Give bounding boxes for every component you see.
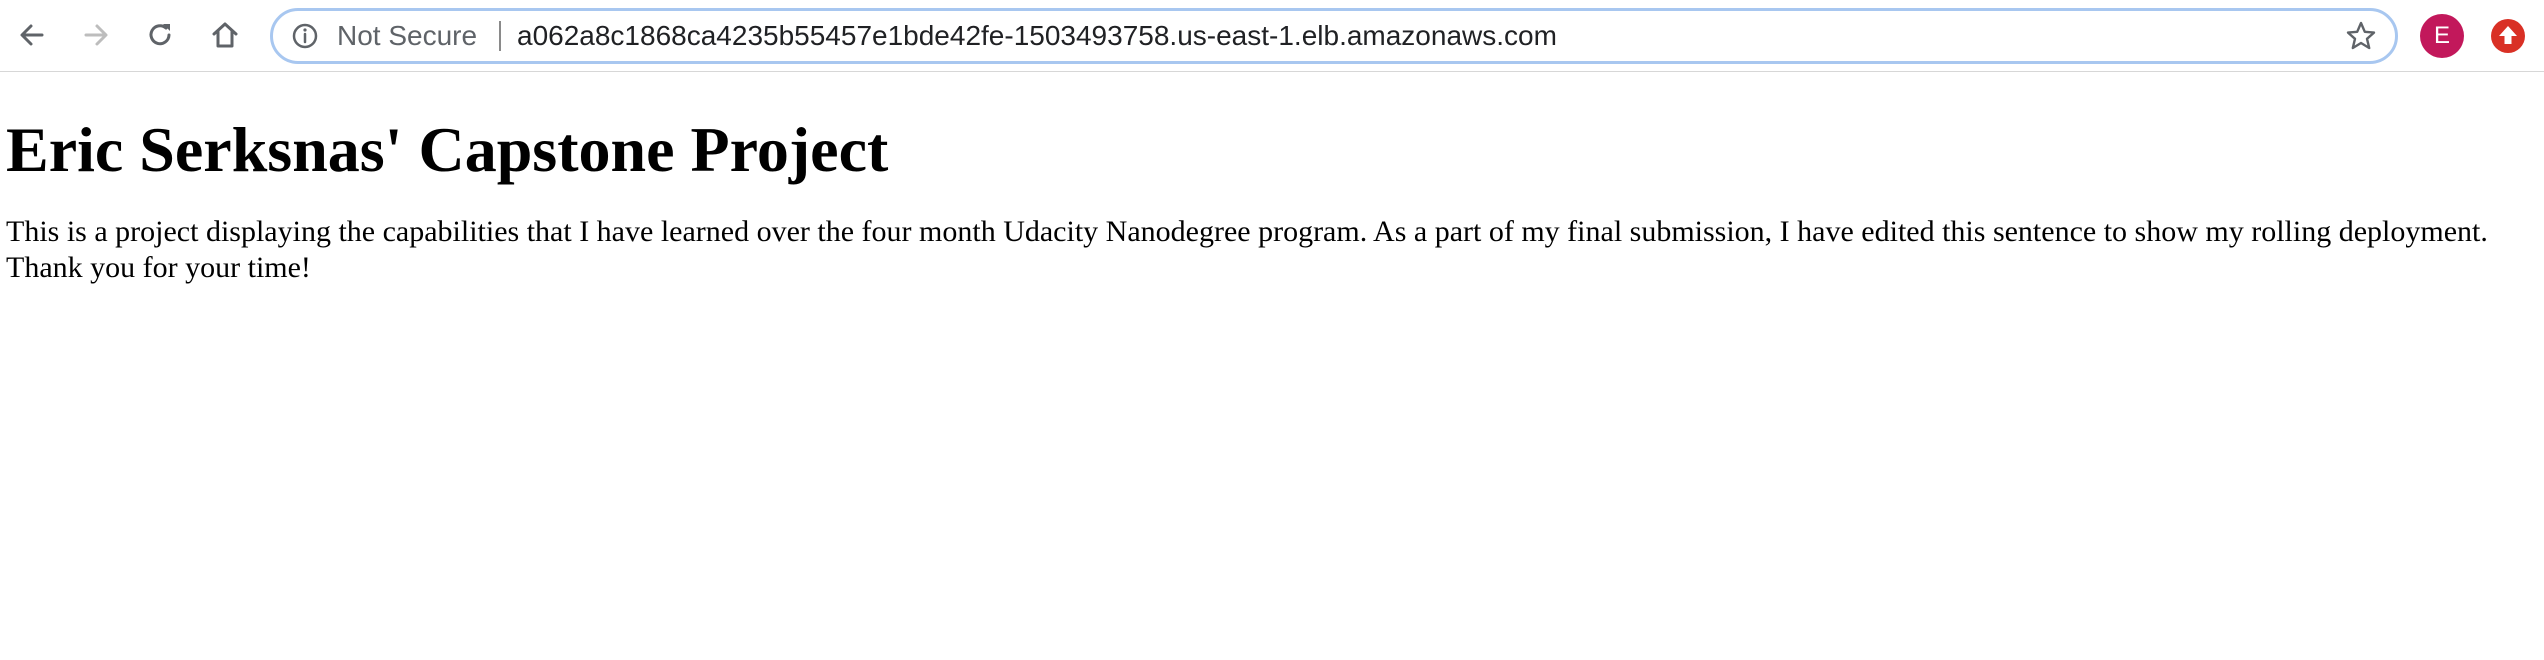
profile-avatar[interactable]: E [2420,14,2464,58]
star-outline-icon[interactable] [2345,20,2377,52]
security-status-label[interactable]: Not Secure [337,11,477,61]
omnibox-divider [499,21,501,51]
arrow-right-icon [84,24,108,46]
update-arrow-icon[interactable] [2488,16,2528,56]
reload-icon [149,24,171,46]
home-icon [212,22,238,48]
home-button[interactable] [205,14,245,56]
address-bar[interactable]: Not Secure a062a8c1868ca4235b55457e1bde4… [270,8,2398,64]
arrow-left-icon [20,24,44,46]
browser-toolbar: Not Secure a062a8c1868ca4235b55457e1bde4… [0,0,2544,72]
page-content: Eric Serksnas' Capstone Project This is … [6,72,2536,286]
page-description: This is a project displaying the capabil… [6,215,2488,284]
url-field[interactable]: a062a8c1868ca4235b55457e1bde42fe-1503493… [517,11,1557,61]
info-circle-icon[interactable] [291,22,319,50]
back-button[interactable] [12,14,52,56]
reload-button[interactable] [140,14,180,56]
page-title: Eric Serksnas' Capstone Project [6,114,889,185]
forward-button[interactable] [76,14,116,56]
